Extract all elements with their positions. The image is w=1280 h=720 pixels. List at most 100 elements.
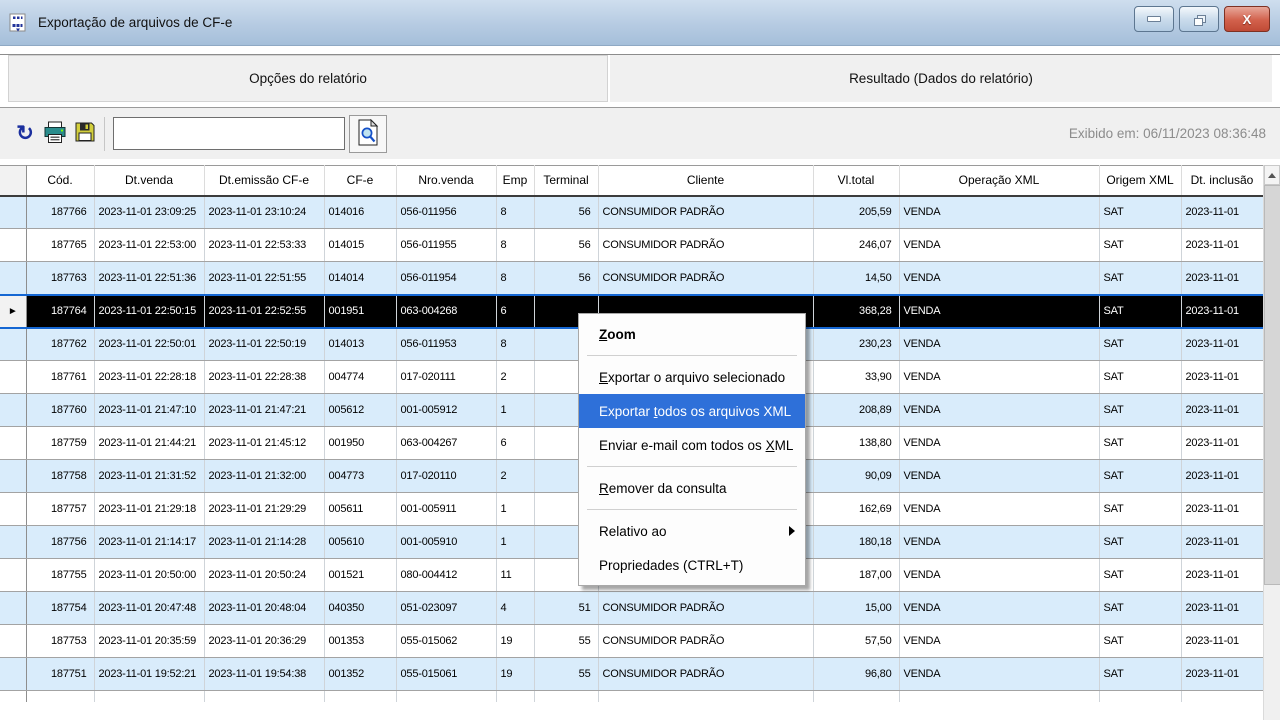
column-header-vl-total[interactable]: Vl.total — [813, 166, 899, 196]
vertical-scrollbar[interactable] — [1263, 165, 1280, 720]
cell-dt-inclusao[interactable]: 2023-11-01 — [1181, 427, 1263, 460]
cell-dt-emissao[interactable]: 2023-11-01 20:50:24 — [204, 559, 324, 592]
cell-cliente[interactable]: CONSUMIDOR PADRÃO — [598, 229, 813, 262]
cell-cfe[interactable]: 014014 — [324, 262, 396, 295]
table-row[interactable]: 1877662023-11-01 23:09:252023-11-01 23:1… — [0, 196, 1263, 229]
menu-item-enviar-e-mail-com-todos-os-xml[interactable]: Enviar e-mail com todos os XML — [579, 428, 805, 462]
cell-dt-inclusao[interactable]: 2023-11-01 — [1181, 526, 1263, 559]
cell-emp[interactable]: 4 — [496, 592, 534, 625]
row-gutter[interactable] — [0, 658, 26, 691]
cell-cod[interactable]: 187761 — [26, 361, 94, 394]
cell-cod[interactable]: 187756 — [26, 526, 94, 559]
row-gutter[interactable] — [0, 427, 26, 460]
cell-dt-inclusao[interactable]: 2023-11-01 — [1181, 328, 1263, 361]
cell-dt-inclusao[interactable]: 2023-11-01 — [1181, 394, 1263, 427]
table-row[interactable]: 1877542023-11-01 20:47:482023-11-01 20:4… — [0, 592, 1263, 625]
cell-terminal[interactable]: 56 — [534, 262, 598, 295]
cell-dt-inclusao[interactable]: 2023-11-01 — [1181, 592, 1263, 625]
cell-origem-xml[interactable]: SAT — [1099, 361, 1181, 394]
cell-cod[interactable]: 187754 — [26, 592, 94, 625]
save-button[interactable] — [70, 116, 100, 152]
row-gutter[interactable] — [0, 460, 26, 493]
cell-cfe[interactable]: 001951 — [324, 295, 396, 328]
table-row[interactable]: 1877632023-11-01 22:51:362023-11-01 22:5… — [0, 262, 1263, 295]
row-gutter[interactable] — [0, 592, 26, 625]
cell-dt-inclusao[interactable]: 2023-11-01 — [1181, 229, 1263, 262]
titlebar[interactable]: Exportação de arquivos de CF-e X — [0, 0, 1280, 46]
row-gutter[interactable] — [0, 625, 26, 658]
cell-dt-venda[interactable]: 2023-11-01 20:50:00 — [94, 559, 204, 592]
cell-dt-venda[interactable]: 2023-11-01 20:35:59 — [94, 625, 204, 658]
column-header-origem-xml[interactable]: Origem XML — [1099, 166, 1181, 196]
cell-emp[interactable]: 1 — [496, 493, 534, 526]
cell-cliente[interactable]: CONSUMIDOR PADRÃO — [598, 658, 813, 691]
column-header-terminal[interactable]: Terminal — [534, 166, 598, 196]
cell-operacao-xml[interactable]: VENDA — [899, 526, 1099, 559]
cell-terminal[interactable]: 51 — [534, 592, 598, 625]
cell-origem-xml[interactable]: SAT — [1099, 460, 1181, 493]
cell-operacao-xml[interactable]: VENDA — [899, 493, 1099, 526]
cell-terminal[interactable]: 55 — [534, 625, 598, 658]
row-gutter[interactable] — [0, 229, 26, 262]
search-input[interactable] — [113, 117, 345, 150]
column-header-nro-venda[interactable]: Nro.venda — [396, 166, 496, 196]
cell-dt-inclusao[interactable]: 2023-11-01 — [1181, 262, 1263, 295]
cell-cfe[interactable]: 014016 — [324, 196, 396, 229]
cell-dt-emissao[interactable]: 2023-11-01 22:28:38 — [204, 361, 324, 394]
cell-cod[interactable]: 187753 — [26, 625, 94, 658]
cell-origem-xml[interactable]: SAT — [1099, 229, 1181, 262]
cell-cod[interactable]: 187760 — [26, 394, 94, 427]
cell-vl-total[interactable]: 138,80 — [813, 427, 899, 460]
cell-dt-emissao[interactable]: 2023-11-01 20:48:04 — [204, 592, 324, 625]
scrollbar-thumb[interactable] — [1264, 185, 1280, 585]
cell-operacao-xml[interactable]: VENDA — [899, 328, 1099, 361]
cell-origem-xml[interactable]: SAT — [1099, 328, 1181, 361]
cell-nro-venda[interactable]: 063-004267 — [396, 427, 496, 460]
cell-dt-emissao[interactable]: 2023-11-01 21:29:29 — [204, 493, 324, 526]
cell-origem-xml[interactable]: SAT — [1099, 295, 1181, 328]
cell-cfe[interactable]: 001950 — [324, 427, 396, 460]
cell-dt-inclusao[interactable]: 2023-11-01 — [1181, 361, 1263, 394]
cell-nro-venda[interactable]: 080-004412 — [396, 559, 496, 592]
cell-dt-venda[interactable]: 2023-11-01 19:52:21 — [94, 658, 204, 691]
cell-cod[interactable]: 187766 — [26, 196, 94, 229]
cell-nro-venda[interactable]: 017-020110 — [396, 460, 496, 493]
cell-cfe[interactable]: 005611 — [324, 493, 396, 526]
cell-cfe[interactable]: 005612 — [324, 394, 396, 427]
cell-dt-emissao[interactable]: 2023-11-01 22:52:55 — [204, 295, 324, 328]
cell-emp[interactable]: 19 — [496, 625, 534, 658]
cell-cod[interactable]: 187759 — [26, 427, 94, 460]
cell-vl-total[interactable]: 14,50 — [813, 262, 899, 295]
menu-item-relativo-ao[interactable]: Relativo ao — [579, 514, 805, 548]
cell-dt-venda[interactable]: 2023-11-01 22:53:00 — [94, 229, 204, 262]
cell-operacao-xml[interactable]: VENDA — [899, 592, 1099, 625]
cell-dt-venda[interactable]: 2023-11-01 21:31:52 — [94, 460, 204, 493]
column-header-cliente[interactable]: Cliente — [598, 166, 813, 196]
row-gutter[interactable] — [0, 196, 26, 229]
cell-nro-venda[interactable]: 056-011953 — [396, 328, 496, 361]
print-button[interactable] — [40, 116, 70, 152]
cell-emp[interactable]: 6 — [496, 295, 534, 328]
cell-dt-venda[interactable]: 2023-11-01 20:47:48 — [94, 592, 204, 625]
cell-origem-xml[interactable]: SAT — [1099, 658, 1181, 691]
cell-cod[interactable]: 187765 — [26, 229, 94, 262]
cell-operacao-xml[interactable]: VENDA — [899, 361, 1099, 394]
cell-dt-venda[interactable]: 2023-11-01 22:50:01 — [94, 328, 204, 361]
row-gutter[interactable] — [0, 328, 26, 361]
cell-cliente[interactable]: CONSUMIDOR PADRÃO — [598, 592, 813, 625]
close-button[interactable]: X — [1224, 6, 1270, 32]
cell-vl-total[interactable]: 230,23 — [813, 328, 899, 361]
cell-cliente[interactable]: CONSUMIDOR PADRÃO — [598, 262, 813, 295]
cell-emp[interactable]: 11 — [496, 559, 534, 592]
cell-terminal[interactable]: 55 — [534, 658, 598, 691]
cell-dt-venda[interactable]: 2023-11-01 23:09:25 — [94, 196, 204, 229]
cell-origem-xml[interactable]: SAT — [1099, 493, 1181, 526]
cell-dt-venda[interactable]: 2023-11-01 22:50:15 — [94, 295, 204, 328]
cell-cfe[interactable]: 040350 — [324, 592, 396, 625]
row-gutter[interactable] — [0, 394, 26, 427]
menu-item-exportar-todos-os-arquivos-xml[interactable]: Exportar todos os arquivos XML — [579, 394, 805, 428]
cell-terminal[interactable]: 56 — [534, 229, 598, 262]
cell-cfe[interactable]: 014015 — [324, 229, 396, 262]
cell-nro-venda[interactable]: 001-005910 — [396, 526, 496, 559]
cell-cfe[interactable]: 014013 — [324, 328, 396, 361]
